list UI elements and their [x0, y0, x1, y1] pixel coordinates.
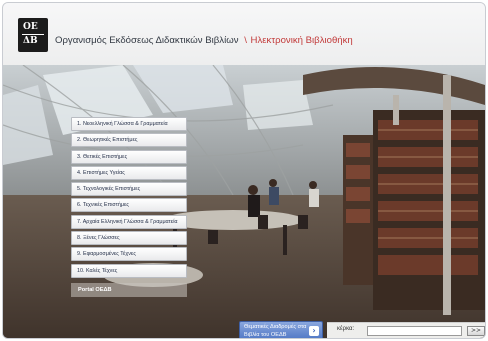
menu-item-2[interactable]: 2. Θεωρητικές Επιστήμες [71, 133, 187, 148]
search-label: κέρκα: [337, 326, 355, 332]
logo-top-text: ΟΕ [23, 22, 38, 32]
menu-item-3[interactable]: 3. Θετικές Επιστήμες [71, 149, 187, 164]
menu-item-9[interactable]: 9. Εφαρμοσμένες Τέχνες [71, 247, 187, 262]
logo-bottom-text: ΔΒ [23, 36, 38, 46]
category-menu: 1. Νεοελληνική Γλώσσα & Γραμματεία 2. Θε… [71, 117, 187, 280]
app-window: ΟΕ ΔΒ Οργανισμός Εκδόσεως Διδακτικών Βιβ… [2, 2, 486, 339]
logo-divider [22, 34, 44, 35]
info-arrow-icon: › [309, 326, 319, 336]
section-title: Ηλεκτρονική Βιβλιοθήκη [250, 35, 353, 46]
oedb-logo[interactable]: ΟΕ ΔΒ [18, 18, 48, 52]
title-separator: \ [244, 35, 247, 46]
menu-item-4[interactable]: 4. Επιστήμες Υγείας [71, 165, 187, 180]
page-title: Οργανισμός Εκδόσεως Διδακτικών Βιβλίων \… [55, 35, 353, 46]
menu-item-7[interactable]: 7. Αρχαία Ελληνική Γλώσσα & Γραμματεία [71, 214, 187, 229]
org-name: Οργανισμός Εκδόσεως Διδακτικών Βιβλίων [55, 35, 239, 46]
menu-item-6[interactable]: 6. Τεχνικές Επιστήμες [71, 198, 187, 213]
search-bar: κέρκα: >> [327, 322, 485, 338]
menu-item-1[interactable]: 1. Νεοελληνική Γλώσσα & Γραμματεία [71, 117, 187, 131]
thematic-routes-button[interactable]: Θεματικές Διαδρομές στα Βιβλία του ΟΕΔΒ … [239, 321, 323, 338]
search-input[interactable] [367, 326, 462, 336]
menu-item-5[interactable]: 5. Τεχνολογικές Επιστήμες [71, 182, 187, 197]
thematic-routes-label: Θεματικές Διαδρομές στα Βιβλία του ΟΕΔΒ [244, 324, 307, 338]
menu-item-10[interactable]: 10. Καλές Τέχνες [71, 263, 187, 278]
portal-link[interactable]: Portal ΟΕΔΒ [71, 283, 187, 297]
search-go-button[interactable]: >> [467, 326, 485, 336]
header: ΟΕ ΔΒ Οργανισμός Εκδόσεως Διδακτικών Βιβ… [3, 3, 485, 73]
menu-item-8[interactable]: 8. Ξένες Γλώσσες [71, 231, 187, 246]
